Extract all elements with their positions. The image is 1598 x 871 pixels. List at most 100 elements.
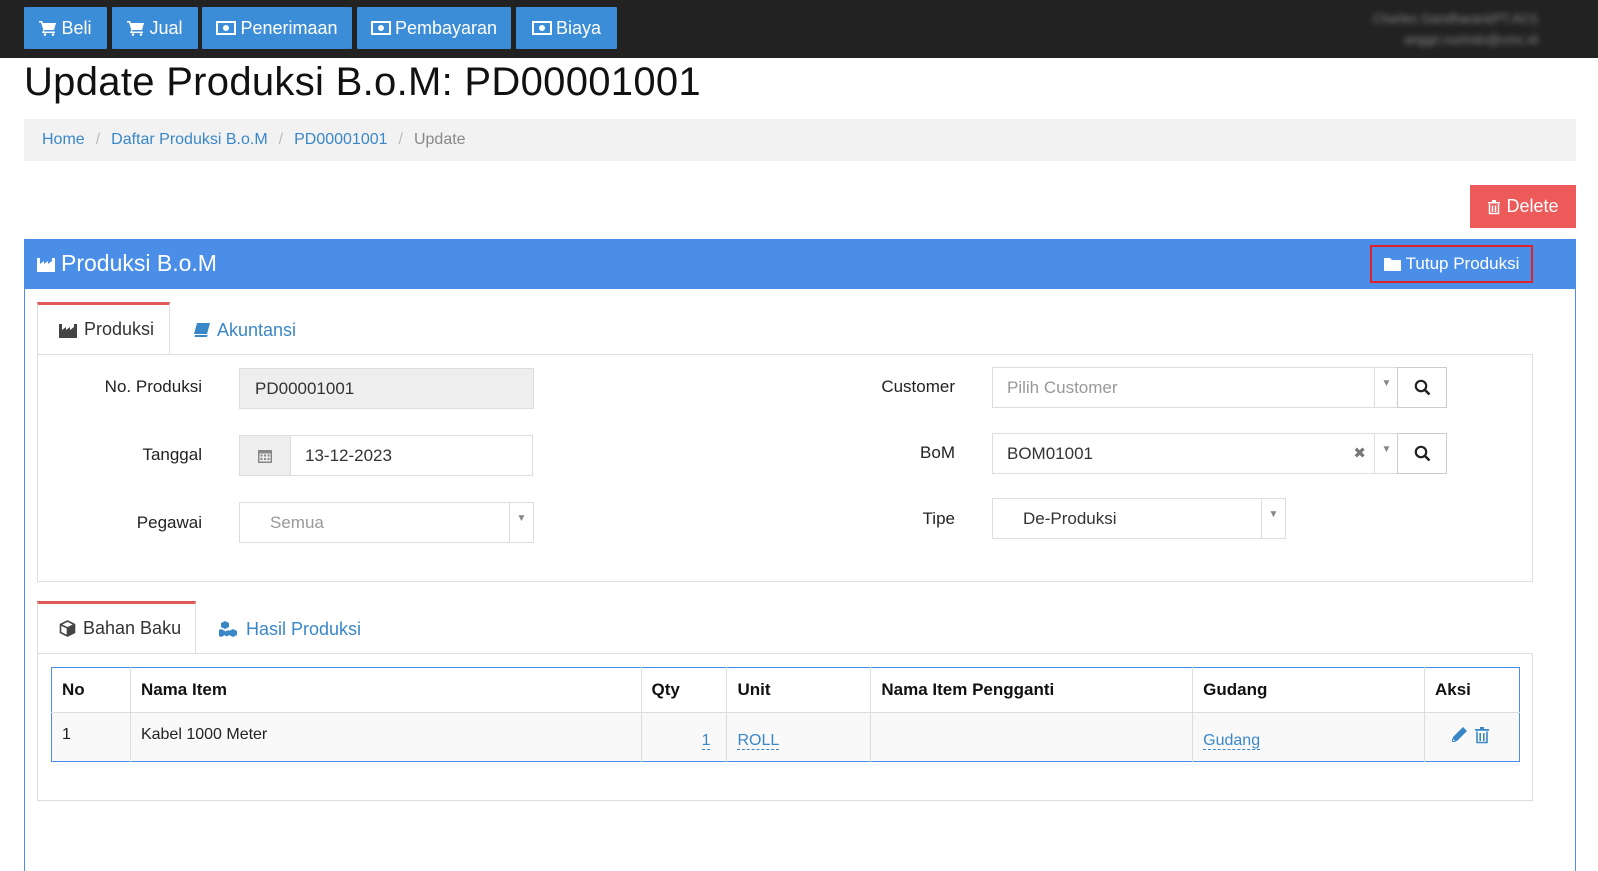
breadcrumb-current: Update bbox=[413, 131, 466, 148]
nav-pembayaran-label: Pembayaran bbox=[394, 17, 498, 38]
search-icon bbox=[1414, 445, 1430, 462]
money-icon bbox=[531, 21, 552, 35]
tab-hasil-produksi[interactable]: Hasil Produksi bbox=[217, 603, 377, 655]
tab-hasil-produksi-label: Hasil Produksi bbox=[246, 618, 362, 639]
nav-biaya-button[interactable]: Biaya bbox=[516, 7, 617, 49]
tab-produksi-label: Produksi bbox=[84, 319, 155, 339]
nav-beli-button[interactable]: Beli bbox=[24, 7, 107, 49]
tipe-label: Tipe bbox=[922, 509, 955, 528]
nav-penerimaan-button[interactable]: Penerimaan bbox=[202, 7, 352, 49]
breadcrumb-separator: / bbox=[398, 131, 403, 148]
tab-produksi[interactable]: Produksi bbox=[37, 302, 170, 354]
nav-pembayaran-button[interactable]: Pembayaran bbox=[357, 7, 511, 49]
tanggal-label: Tanggal bbox=[142, 445, 202, 464]
cell-gudang: Gudang bbox=[1192, 712, 1425, 762]
breadcrumb-record-link[interactable]: PD00001001 bbox=[294, 131, 387, 149]
tab-bahan-baku-label: Bahan Baku bbox=[83, 618, 182, 638]
factory-icon bbox=[37, 257, 55, 272]
bom-value: BOM01001 bbox=[1007, 443, 1093, 463]
cube-icon bbox=[59, 620, 76, 637]
nav-jual-button[interactable]: Jual bbox=[112, 7, 198, 49]
panel-title-text: Produksi B.o.M bbox=[61, 250, 217, 276]
tanggal-field[interactable]: 13-12-2023 bbox=[239, 435, 533, 476]
breadcrumb-list-link[interactable]: Daftar Produksi B.o.M bbox=[111, 131, 268, 149]
page-title: Update Produksi B.o.M: PD00001001 bbox=[24, 60, 701, 104]
user-email: anggri.nurindo@cmc.id bbox=[1404, 32, 1538, 47]
breadcrumb: Home / Daftar Produksi B.o.M / PD0000100… bbox=[24, 119, 1576, 161]
bahan-baku-table: No Nama Item Qty Unit Nama Item Penggant… bbox=[51, 667, 1520, 762]
table-row: 1 Kabel 1000 Meter 1 ROLL Gudang bbox=[51, 712, 1520, 762]
breadcrumb-separator: / bbox=[95, 131, 101, 148]
chevron-down-icon: ▼ bbox=[1261, 499, 1285, 538]
clear-icon[interactable]: ✖ bbox=[1353, 444, 1366, 462]
column-header-nama-item-pengganti: Nama Item Pengganti bbox=[870, 667, 1194, 713]
cell-qty: 1 bbox=[641, 712, 728, 762]
column-header-nama-item: Nama Item bbox=[130, 667, 642, 713]
customer-label: Customer bbox=[881, 377, 955, 396]
delete-button[interactable]: Delete bbox=[1470, 185, 1576, 228]
top-navbar: Beli Jual Penerimaan Pembayaran Biaya Ch… bbox=[0, 0, 1598, 58]
column-header-gudang: Gudang bbox=[1192, 667, 1425, 713]
cart-icon bbox=[127, 21, 145, 36]
pencil-icon[interactable] bbox=[1451, 726, 1468, 743]
user-name: Charles Gandharani(PT.ACI) bbox=[1372, 11, 1538, 26]
folder-icon bbox=[1383, 258, 1401, 271]
pegawai-label: Pegawai bbox=[136, 513, 202, 532]
money-icon bbox=[370, 21, 391, 35]
factory-icon bbox=[59, 323, 77, 338]
book-icon bbox=[194, 323, 210, 337]
tutup-produksi-button[interactable]: Tutup Produksi bbox=[1370, 245, 1533, 283]
cell-aksi bbox=[1425, 713, 1520, 762]
no-produksi-field: PD00001001 bbox=[239, 368, 534, 409]
customer-placeholder: Pilih Customer bbox=[1007, 377, 1118, 397]
tab-akuntansi[interactable]: Akuntansi bbox=[192, 304, 322, 356]
bom-select[interactable]: BOM01001 ✖ ▼ bbox=[992, 433, 1399, 474]
tab-bahan-baku[interactable]: Bahan Baku bbox=[37, 601, 196, 653]
pegawai-select[interactable]: Semua ▼ bbox=[239, 502, 534, 543]
chevron-down-icon: ▼ bbox=[509, 503, 533, 542]
column-header-unit: Unit bbox=[726, 667, 872, 713]
column-header-no: No bbox=[51, 667, 131, 713]
breadcrumb-separator: / bbox=[278, 131, 284, 148]
nav-penerimaan-label: Penerimaan bbox=[240, 17, 338, 38]
customer-select[interactable]: Pilih Customer ▼ bbox=[992, 367, 1399, 408]
qty-editable[interactable]: 1 bbox=[701, 732, 711, 750]
produksi-panel: Produksi B.o.M Tutup Produksi Produksi A… bbox=[24, 239, 1576, 871]
cubes-icon bbox=[219, 620, 237, 637]
money-icon bbox=[216, 21, 237, 35]
breadcrumb-home-link[interactable]: Home bbox=[42, 131, 85, 149]
gudang-editable[interactable]: Gudang bbox=[1203, 732, 1261, 750]
panel-title: Produksi B.o.M bbox=[37, 250, 217, 277]
calendar-addon[interactable] bbox=[240, 436, 291, 475]
pegawai-value: Semua bbox=[270, 512, 324, 532]
search-icon bbox=[1414, 379, 1430, 396]
cell-no: 1 bbox=[51, 712, 131, 762]
cell-nama-item-pengganti[interactable] bbox=[870, 712, 1194, 762]
user-info[interactable]: Charles Gandharani(PT.ACI) anggri.nurind… bbox=[1373, 8, 1538, 50]
chevron-down-icon: ▼ bbox=[1374, 434, 1398, 473]
tipe-select[interactable]: De-Produksi ▼ bbox=[992, 498, 1286, 539]
customer-search-button[interactable] bbox=[1397, 367, 1447, 408]
trash-icon[interactable] bbox=[1474, 726, 1490, 744]
tanggal-value: 13-12-2023 bbox=[305, 445, 392, 465]
delete-label: Delete bbox=[1506, 196, 1559, 216]
column-header-qty: Qty bbox=[641, 667, 728, 713]
unit-editable[interactable]: ROLL bbox=[737, 732, 780, 750]
cell-nama-item: Kabel 1000 Meter bbox=[130, 712, 642, 762]
nav-jual-label: Jual bbox=[149, 17, 183, 38]
bom-label: BoM bbox=[920, 443, 955, 462]
nav-biaya-label: Biaya bbox=[555, 17, 602, 38]
no-produksi-value: PD00001001 bbox=[255, 378, 355, 398]
column-header-aksi: Aksi bbox=[1424, 667, 1520, 713]
cell-unit: ROLL bbox=[726, 712, 872, 762]
chevron-down-icon: ▼ bbox=[1374, 368, 1398, 407]
nav-beli-label: Beli bbox=[61, 17, 92, 38]
no-produksi-label: No. Produksi bbox=[104, 377, 202, 396]
tutup-produksi-label: Tutup Produksi bbox=[1405, 254, 1520, 273]
panel-header: Produksi B.o.M Tutup Produksi bbox=[25, 240, 1575, 289]
bom-search-button[interactable] bbox=[1397, 433, 1447, 474]
trash-icon bbox=[1488, 199, 1501, 214]
table-header-row: No Nama Item Qty Unit Nama Item Penggant… bbox=[51, 667, 1520, 713]
tipe-value: De-Produksi bbox=[1023, 508, 1117, 528]
cart-icon bbox=[39, 21, 57, 36]
